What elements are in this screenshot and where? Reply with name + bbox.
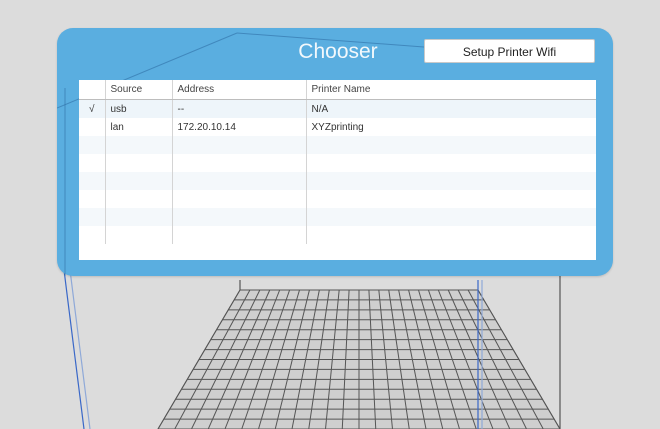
cell-address bbox=[172, 208, 307, 226]
cell-check bbox=[79, 118, 106, 136]
column-header-source[interactable]: Source bbox=[105, 80, 173, 100]
column-header-address[interactable]: Address bbox=[172, 80, 307, 100]
table-row[interactable]: lan 172.20.10.14 XYZprinting bbox=[79, 118, 596, 136]
cell-source bbox=[105, 172, 173, 190]
cell-address bbox=[172, 190, 307, 208]
cell-source bbox=[105, 208, 173, 226]
cell-address: -- bbox=[172, 99, 307, 118]
setup-printer-wifi-button[interactable]: Setup Printer Wifi bbox=[424, 39, 595, 63]
cell-source bbox=[105, 226, 173, 244]
cell-source bbox=[105, 190, 173, 208]
table-row[interactable]: √ usb -- N/A bbox=[79, 99, 596, 118]
cell-source: usb bbox=[105, 99, 173, 118]
cell-address bbox=[172, 226, 307, 244]
selected-check-icon: √ bbox=[79, 99, 106, 118]
cell-address: 172.20.10.14 bbox=[172, 118, 307, 136]
print-bed-grid bbox=[157, 289, 561, 429]
table-row[interactable] bbox=[79, 208, 596, 226]
printer-table: Source Address Printer Name √ usb -- N/A… bbox=[79, 80, 596, 260]
cell-check bbox=[79, 172, 106, 190]
cell-printer-name bbox=[306, 136, 596, 154]
table-row[interactable] bbox=[79, 154, 596, 172]
table-row[interactable] bbox=[79, 226, 596, 244]
cell-check bbox=[79, 136, 106, 154]
dialog-title: Chooser bbox=[298, 40, 378, 63]
table-header-row: Source Address Printer Name bbox=[79, 80, 596, 100]
cell-check bbox=[79, 154, 106, 172]
chooser-dialog: Chooser Setup Printer Wifi Source Addres… bbox=[57, 28, 613, 276]
column-header-printer-name[interactable]: Printer Name bbox=[306, 80, 596, 100]
cell-check bbox=[79, 190, 106, 208]
table-row[interactable] bbox=[79, 136, 596, 154]
cell-source bbox=[105, 136, 173, 154]
cell-printer-name bbox=[306, 190, 596, 208]
cell-address bbox=[172, 172, 307, 190]
cell-check bbox=[79, 208, 106, 226]
cell-source: lan bbox=[105, 118, 173, 136]
cell-printer-name bbox=[306, 226, 596, 244]
cell-check bbox=[79, 226, 106, 244]
cell-printer-name: N/A bbox=[306, 99, 596, 118]
cell-address bbox=[172, 154, 307, 172]
table-row[interactable] bbox=[79, 172, 596, 190]
cell-source bbox=[105, 154, 173, 172]
cell-printer-name bbox=[306, 172, 596, 190]
cell-printer-name bbox=[306, 208, 596, 226]
table-row[interactable] bbox=[79, 190, 596, 208]
cell-address bbox=[172, 136, 307, 154]
cell-printer-name: XYZprinting bbox=[306, 118, 596, 136]
cell-printer-name bbox=[306, 154, 596, 172]
column-header-check bbox=[79, 80, 106, 100]
